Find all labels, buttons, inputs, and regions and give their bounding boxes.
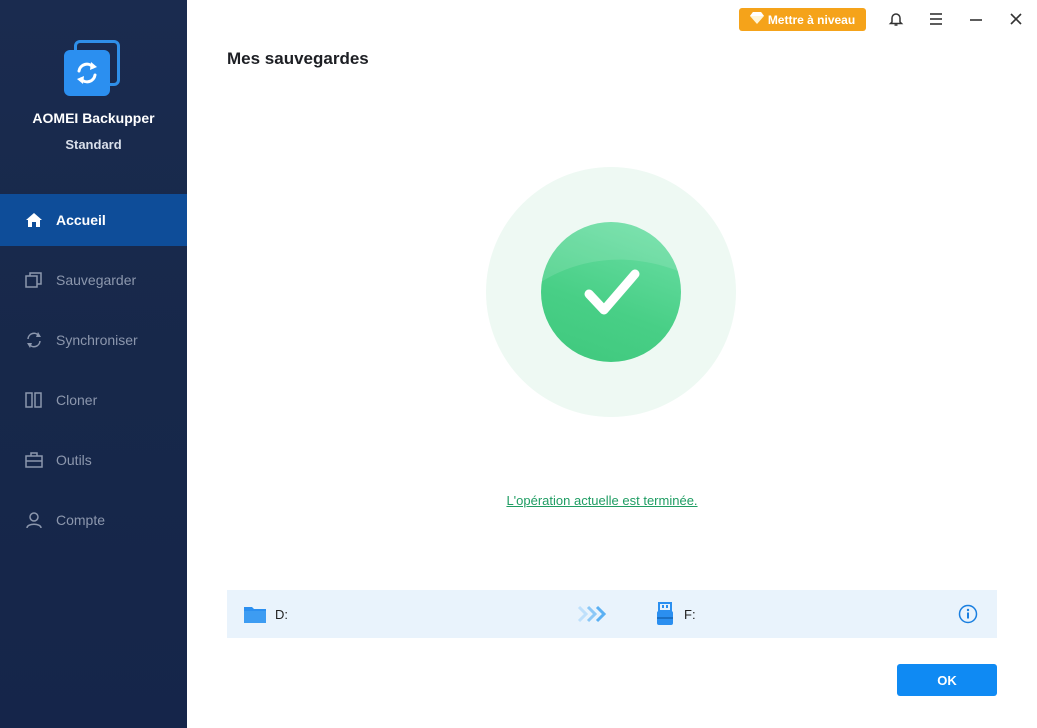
user-icon xyxy=(24,510,44,530)
backup-sync-logo-icon xyxy=(64,50,110,96)
folder-icon xyxy=(243,604,267,629)
sidebar-item-outils[interactable]: Outils xyxy=(0,434,187,486)
sidebar-item-compte[interactable]: Compte xyxy=(0,494,187,546)
sidebar-item-sauvegarder[interactable]: Sauvegarder xyxy=(0,254,187,306)
bell-icon[interactable] xyxy=(887,10,905,28)
app-edition: Standard xyxy=(65,137,122,152)
close-icon[interactable] xyxy=(1007,10,1025,28)
sidebar-item-label: Synchroniser xyxy=(56,332,138,348)
destination-label: F: xyxy=(684,607,696,622)
backup-path-bar: D: F: xyxy=(227,590,997,638)
toolbox-icon xyxy=(24,450,44,470)
usb-drive-icon xyxy=(655,602,675,631)
sidebar-item-label: Sauvegarder xyxy=(56,272,137,288)
clone-icon xyxy=(24,390,44,410)
upgrade-label: Mettre à niveau xyxy=(767,12,856,27)
app-logo xyxy=(64,38,122,96)
diamond-icon xyxy=(749,12,764,27)
sidebar-nav: Accueil Sauvegarder Synchroniser Cloner … xyxy=(0,194,187,554)
sidebar-item-cloner[interactable]: Cloner xyxy=(0,374,187,426)
sidebar-item-label: Accueil xyxy=(56,212,106,228)
sidebar-item-accueil[interactable]: Accueil xyxy=(0,194,187,246)
menu-icon[interactable] xyxy=(927,10,945,28)
upgrade-button[interactable]: Mettre à niveau xyxy=(739,8,866,31)
sidebar-item-label: Outils xyxy=(56,452,92,468)
ok-button[interactable]: OK xyxy=(897,664,997,696)
success-check-icon xyxy=(541,222,681,362)
backup-icon xyxy=(24,270,44,290)
minimize-icon[interactable] xyxy=(967,10,985,28)
operation-complete-link[interactable]: L'opération actuelle est terminée. xyxy=(227,493,977,508)
arrow-right-icon xyxy=(577,604,609,629)
sidebar-item-label: Compte xyxy=(56,512,106,528)
sidebar: AOMEI Backupper Standard Accueil Sauvega… xyxy=(0,0,187,728)
sidebar-item-label: Cloner xyxy=(56,392,98,408)
sync-icon xyxy=(24,330,44,350)
source-label: D: xyxy=(275,607,288,622)
app-name: AOMEI Backupper xyxy=(32,110,155,126)
home-icon xyxy=(24,210,44,230)
sidebar-item-synchroniser[interactable]: Synchroniser xyxy=(0,314,187,366)
info-icon[interactable] xyxy=(958,604,978,629)
page-title: Mes sauvegardes xyxy=(227,49,369,68)
